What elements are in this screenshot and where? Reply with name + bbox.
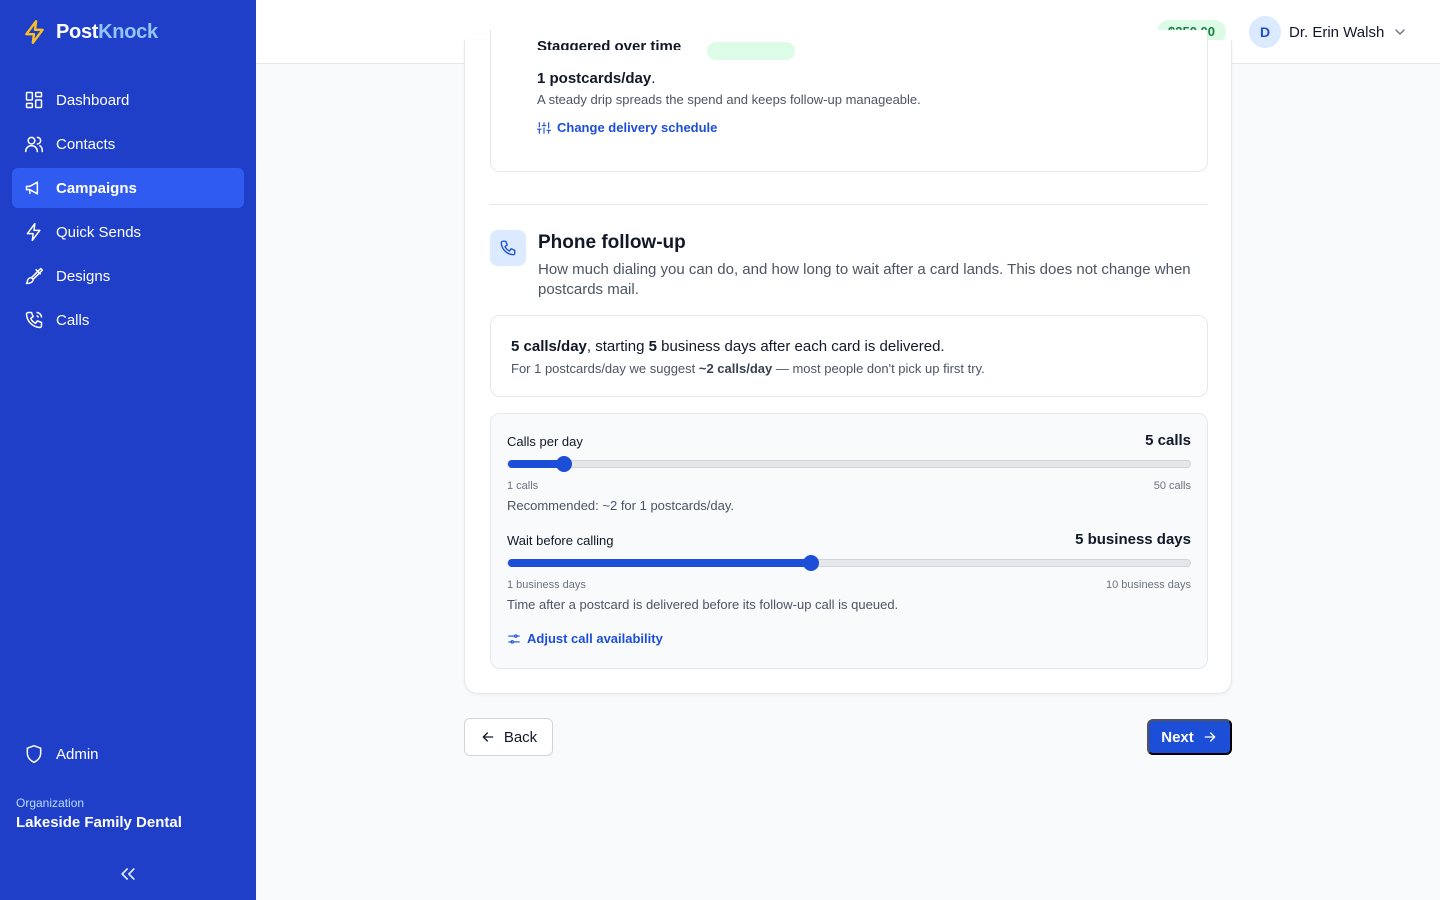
delivery-rate-value: 1 postcards/day [537, 70, 652, 87]
sidebar-item-dashboard[interactable]: Dashboard [12, 80, 244, 120]
wait-before-calling-slider[interactable] [507, 555, 1191, 571]
next-button[interactable]: Next [1147, 719, 1232, 755]
phone-followup-description: How much dialing you can do, and how lon… [538, 261, 1191, 298]
back-button-label: Back [503, 728, 538, 746]
section-divider [490, 204, 1208, 205]
brand-name-part1: Post [56, 20, 99, 43]
wait-before-calling-label: Wait before calling [507, 533, 614, 548]
wait-before-calling-value: 5 business days [1075, 531, 1191, 548]
sidebar-nav: Dashboard Contacts Campaigns Quick Sends… [12, 80, 244, 344]
sidebar-item-label: Campaigns [56, 179, 137, 197]
wait-min-label: 1 business days [507, 579, 586, 591]
bolt-icon [25, 19, 44, 45]
sidebar-item-contacts[interactable]: Contacts [12, 124, 244, 164]
change-delivery-schedule-label: Change delivery schedule [557, 120, 718, 135]
next-button-label: Next [1161, 728, 1194, 746]
wait-before-calling-thumb[interactable] [803, 555, 819, 571]
suggestion-text-1: For 1 postcards/day we suggest [511, 361, 699, 376]
user-name: Dr. Erin Walsh [1289, 23, 1385, 41]
summary-calls: 5 calls/day [511, 338, 587, 355]
sidebar-admin: Admin [12, 734, 244, 778]
sidebar-item-admin[interactable]: Admin [12, 734, 244, 774]
chevron-down-icon [1395, 29, 1405, 35]
phone-followup-title: Phone follow-up [538, 232, 686, 253]
campaign-settings-card: Staggered over time 1 postcards/day. A s… [464, 30, 1232, 694]
calls-per-day-label: Calls per day [507, 434, 583, 449]
delivery-rate-suffix: . [651, 70, 656, 87]
brush-icon [25, 267, 44, 285]
organization-info: Organization Lakeside Family Dental [16, 796, 182, 831]
sliders-icon [537, 121, 551, 134]
phone-call-icon [25, 311, 43, 329]
calls-recommendation: Recommended: ~2 for 1 postcards/day. [507, 498, 735, 513]
wait-before-calling-fill [508, 559, 811, 567]
users-icon [24, 136, 44, 153]
delivery-schedule-box: Staggered over time 1 postcards/day. A s… [490, 30, 1208, 172]
wait-max-label: 10 business days [1106, 579, 1191, 591]
suggestion-value: ~2 calls/day [698, 361, 773, 376]
brand-name-part2: Knock [98, 20, 158, 43]
shield-icon [26, 744, 42, 764]
organization-name: Lakeside Family Dental [16, 814, 182, 831]
adjust-call-availability-label: Adjust call availability [527, 631, 663, 646]
sidebar-item-calls[interactable]: Calls [12, 300, 244, 340]
sidebar: PostKnock Dashboard Contacts Campaigns Q… [0, 0, 256, 900]
collapse-sidebar-icon[interactable] [118, 864, 138, 884]
sidebar-item-label: Calls [56, 311, 90, 329]
sidebar-item-label: Contacts [56, 135, 116, 153]
sidebar-item-label: Dashboard [56, 91, 130, 109]
delivery-option-badge [707, 42, 795, 60]
calls-per-day-value: 5 calls [1145, 432, 1191, 449]
summary-days: 5 [648, 338, 657, 355]
user-menu[interactable]: D Dr. Erin Walsh [1249, 16, 1408, 48]
calls-per-day-slider[interactable] [507, 456, 1191, 472]
settings-sliders-icon [508, 633, 520, 644]
summary-text-1: , starting [586, 338, 649, 355]
followup-settings-box: Calls per day 5 calls 1 calls 50 calls R… [490, 413, 1208, 669]
dashboard-icon [25, 91, 43, 109]
calls-per-day-thumb[interactable] [556, 456, 572, 472]
sidebar-item-designs[interactable]: Designs [12, 256, 244, 296]
zap-icon [26, 222, 41, 242]
calls-max-label: 50 calls [1153, 480, 1191, 492]
organization-label: Organization [16, 796, 85, 810]
followup-suggestion: For 1 postcards/day we suggest ~2 calls/… [511, 361, 985, 376]
arrow-right-icon [1204, 732, 1216, 742]
delivery-option-title: Staggered over time [537, 38, 682, 50]
sidebar-item-label: Quick Sends [56, 223, 142, 241]
sidebar-item-label: Admin [56, 745, 99, 763]
wait-help-text: Time after a postcard is delivered befor… [507, 597, 899, 612]
sidebar-item-campaigns[interactable]: Campaigns [12, 168, 244, 208]
megaphone-icon [25, 181, 39, 195]
back-button[interactable]: Back [464, 718, 553, 756]
calls-min-label: 1 calls [507, 480, 539, 492]
suggestion-text-2: — most people don't pick up first try. [772, 361, 985, 376]
avatar: D [1249, 16, 1281, 48]
brand-logo[interactable]: PostKnock [22, 18, 158, 46]
delivery-description: A steady drip spreads the spend and keep… [537, 92, 921, 107]
arrow-left-icon [482, 732, 494, 742]
followup-summary-box: 5 calls/day, starting 5 business days af… [490, 315, 1208, 397]
sidebar-item-label: Designs [56, 267, 111, 285]
followup-summary: 5 calls/day, starting 5 business days af… [511, 338, 945, 355]
delivery-rate: 1 postcards/day. [537, 70, 655, 87]
phone-icon [500, 240, 516, 256]
summary-text-2: business days after each card is deliver… [656, 338, 945, 355]
phone-section-icon [490, 230, 526, 266]
change-delivery-schedule-link[interactable]: Change delivery schedule [537, 120, 717, 135]
adjust-call-availability-link[interactable]: Adjust call availability [507, 631, 663, 646]
sidebar-item-quick-sends[interactable]: Quick Sends [12, 212, 244, 252]
